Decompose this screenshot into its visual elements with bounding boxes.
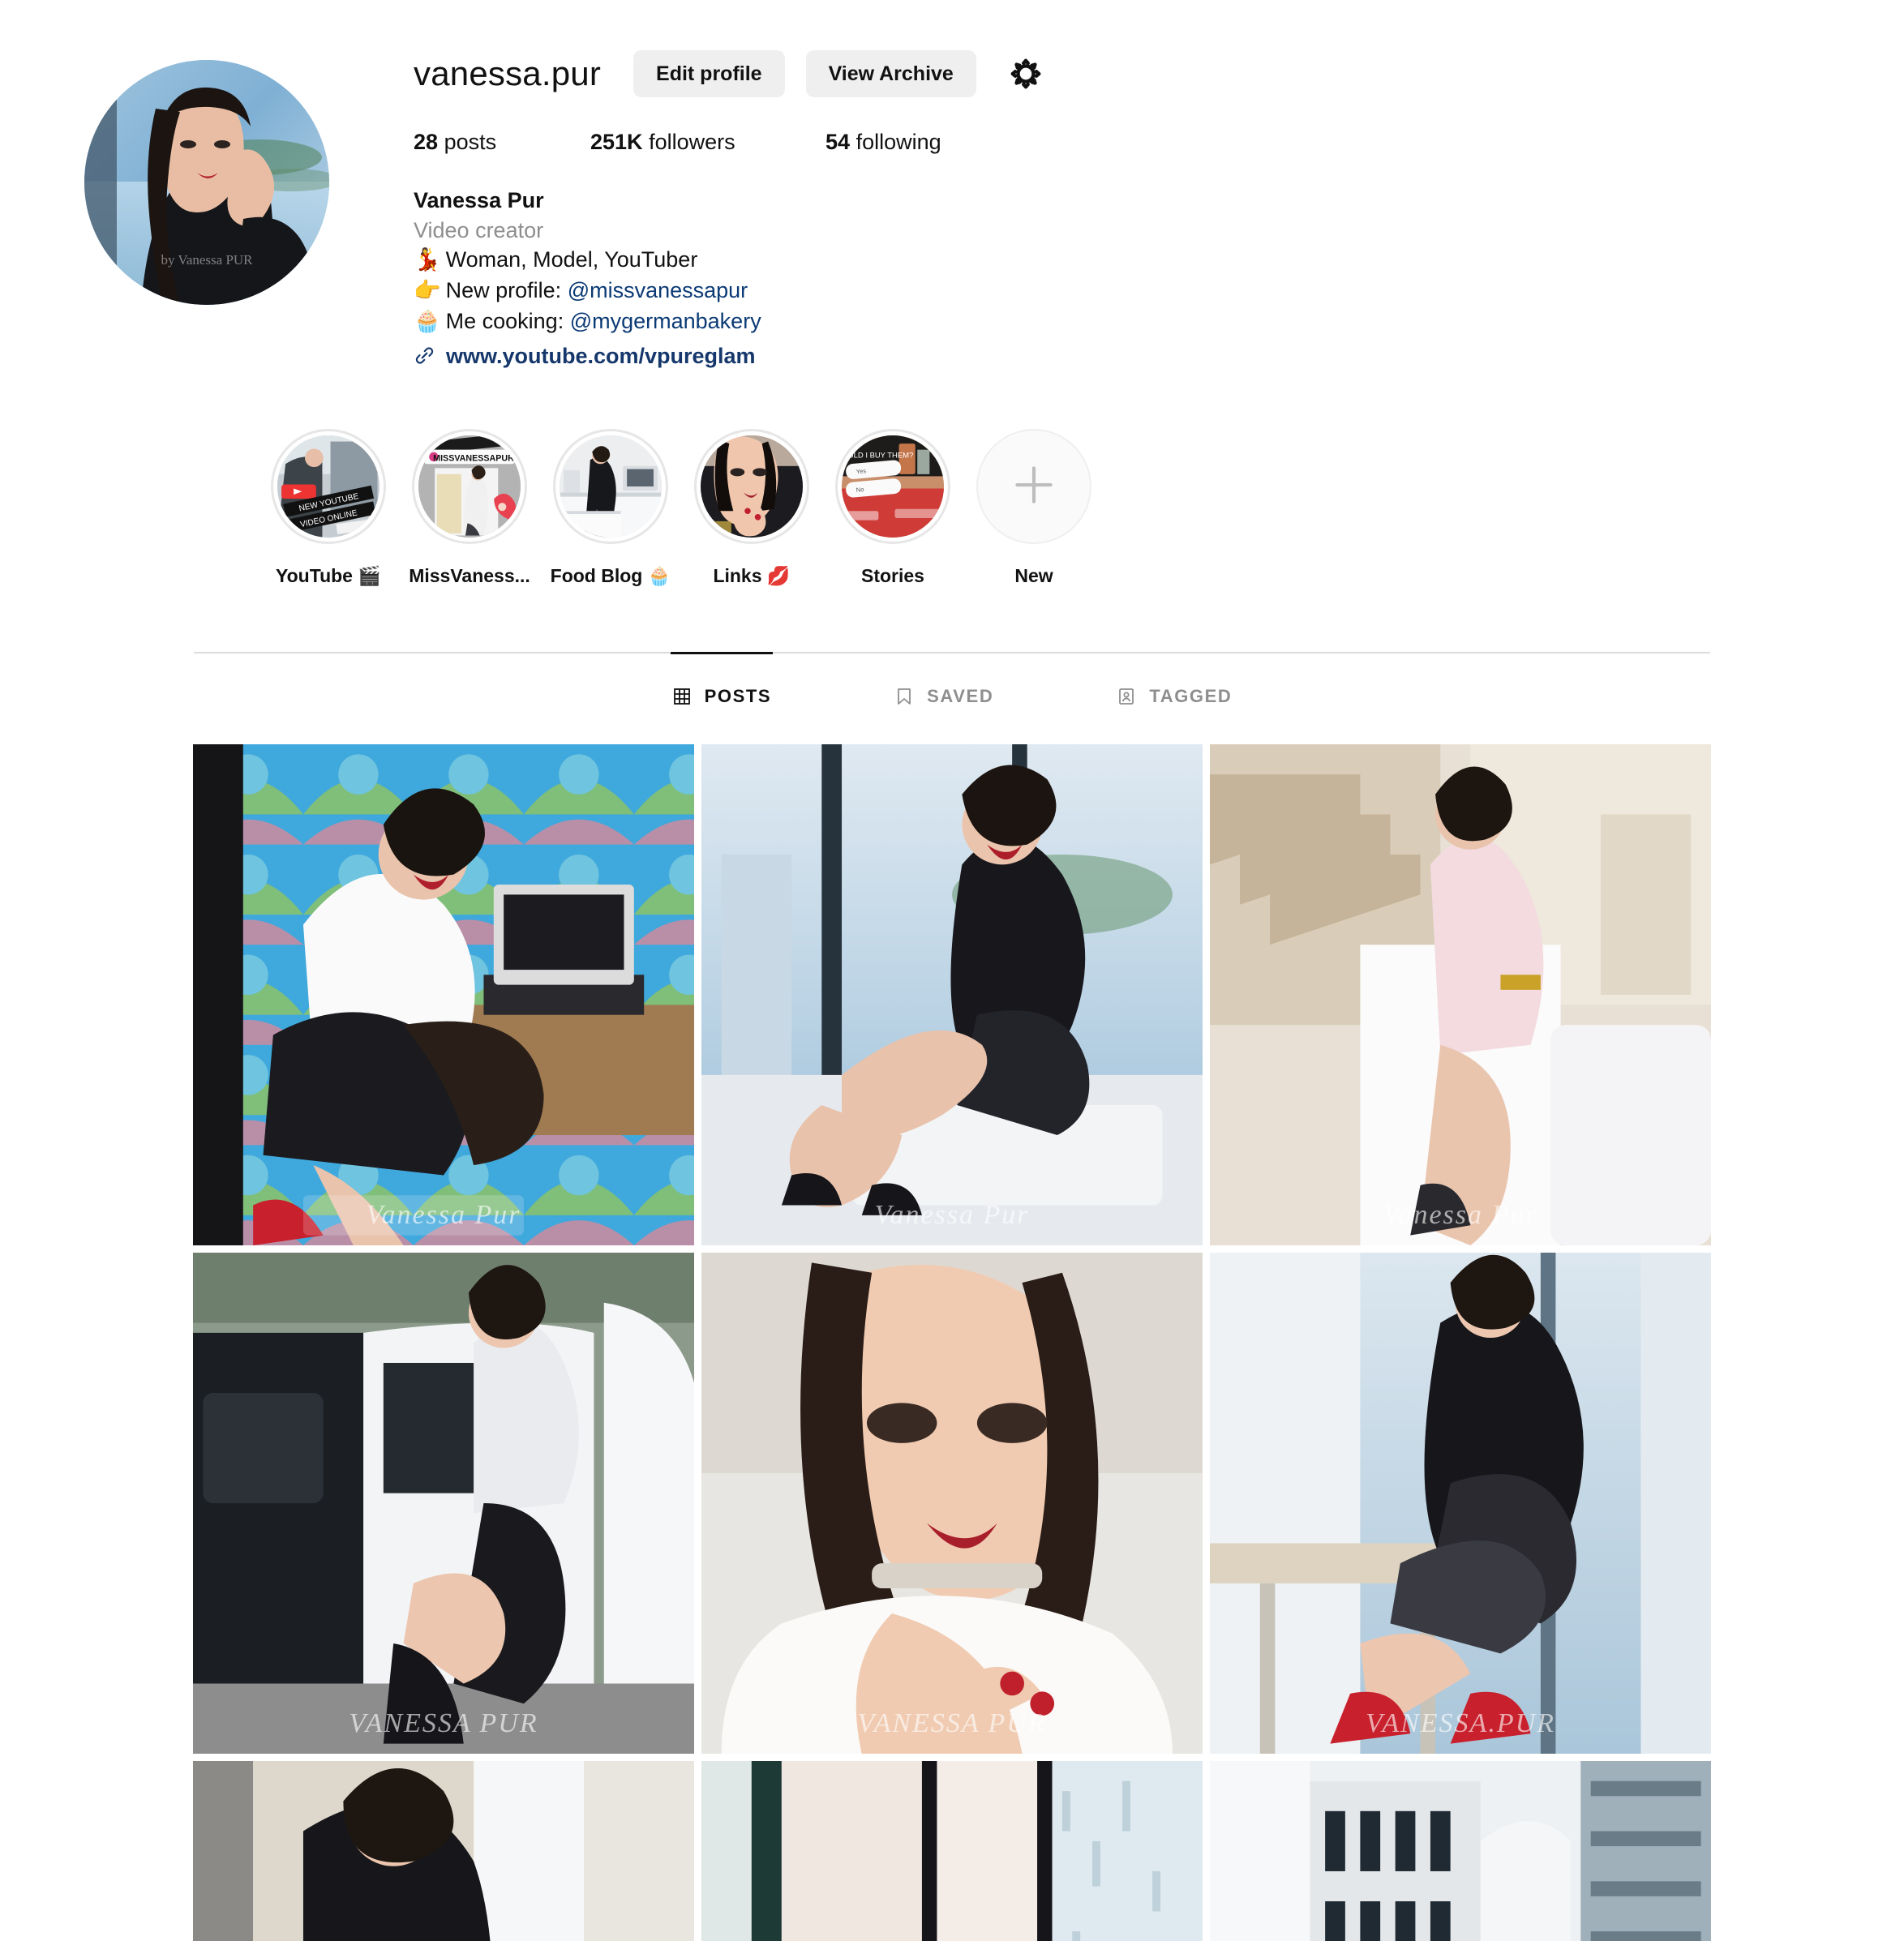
- highlight-label-stories: Stories: [861, 565, 924, 587]
- gear-icon: [1008, 56, 1044, 92]
- tab-posts-label: POSTS: [704, 686, 772, 707]
- post-tile[interactable]: [1210, 1761, 1711, 1941]
- new-highlight-circle: [976, 429, 1091, 545]
- highlight-food-blog[interactable]: Food Blog 🧁: [540, 429, 681, 587]
- followers-label: followers: [649, 130, 735, 154]
- avatar-column: by Vanessa PUR: [0, 42, 414, 371]
- post-tile[interactable]: VANESSA.PUR: [1210, 1253, 1711, 1755]
- cupcake-emoji: 🧁: [414, 308, 441, 334]
- svg-text:by Vanessa PUR: by Vanessa PUR: [161, 252, 253, 268]
- highlight-label-new: New: [1014, 565, 1053, 587]
- post-tile[interactable]: VANESSA PUR: [701, 1253, 1203, 1755]
- post-tile[interactable]: Vanessa Pur: [1210, 744, 1711, 1246]
- bio-full-name: Vanessa Pur: [414, 188, 544, 212]
- post-image: [1210, 1761, 1711, 1941]
- post-image: [701, 1761, 1203, 1941]
- highlight-ring: [694, 429, 809, 545]
- profile-info-column: vanessa.pur Edit profile View Archive 28…: [414, 42, 1904, 371]
- highlight-ring: [553, 429, 668, 545]
- stat-followers[interactable]: 251K followers: [590, 130, 825, 155]
- svg-text:MISSVANESSAPUR: MISSVANESSAPUR: [433, 454, 514, 464]
- username-row: vanessa.pur Edit profile View Archive: [414, 49, 1904, 99]
- post-tile[interactable]: Vanessa Pur: [701, 744, 1203, 1246]
- post-image: [193, 1761, 694, 1941]
- following-label: following: [856, 130, 941, 154]
- avatar[interactable]: by Vanessa PUR: [84, 60, 329, 305]
- plus-icon: [1007, 458, 1061, 516]
- highlight-links[interactable]: Links 💋: [681, 429, 822, 587]
- bio-line-2: 👉 New profile: @missvanessapur: [414, 276, 1904, 306]
- post-tile[interactable]: [193, 1761, 694, 1941]
- profile-header: by Vanessa PUR vanessa.pur Edit profile …: [0, 0, 1904, 371]
- tab-tagged-label: TAGGED: [1149, 686, 1233, 707]
- stats-row: 28 posts 251K followers 54 following: [414, 130, 1904, 155]
- tagged-person-icon: [1117, 687, 1136, 706]
- avatar-photo: by Vanessa PUR: [84, 60, 329, 305]
- stat-posts: 28 posts: [414, 130, 590, 155]
- tab-saved[interactable]: SAVED: [894, 653, 993, 717]
- tab-saved-label: SAVED: [927, 686, 994, 707]
- highlight-thumbnail-missvanessapur: MISSVANESSAPUR: [418, 435, 521, 538]
- post-tile[interactable]: VANESSA PUR: [193, 1253, 694, 1755]
- highlight-thumbnail-food-blog: [560, 435, 662, 538]
- highlight-thumbnail-youtube: NEW YOUTUBE VIDEO ONLINE: [277, 435, 380, 538]
- tab-posts[interactable]: POSTS: [670, 652, 773, 717]
- highlight-new[interactable]: New: [963, 429, 1104, 587]
- highlight-thumbnail-links: [701, 435, 803, 538]
- stat-following[interactable]: 54 following: [825, 130, 941, 155]
- following-count: 54: [825, 130, 851, 154]
- bio-line-2-text: New profile:: [445, 278, 568, 303]
- highlight-label-missvanessapur: MissVaness...: [409, 565, 530, 587]
- bio-line-3: 🧁 Me cooking: @mygermanbakery: [414, 306, 1904, 337]
- post-tile[interactable]: [701, 1761, 1203, 1941]
- dancer-emoji: 💃: [414, 247, 441, 273]
- svg-text:SHOULD I BUY THEM?: SHOULD I BUY THEM?: [842, 452, 913, 461]
- post-grid: Vanessa Pur Vanessa Pur Vanessa Pur VANE…: [193, 744, 1711, 1941]
- posts-count: 28: [414, 130, 439, 154]
- posts-label: posts: [444, 130, 497, 154]
- website-link[interactable]: www.youtube.com/vpureglam: [446, 341, 756, 371]
- highlight-missvanessapur[interactable]: MISSVANESSAPUR MissVaness...: [399, 429, 540, 587]
- profile-tabs: POSTS SAVED TAGGED: [194, 652, 1710, 717]
- highlight-label-youtube: YouTube 🎬: [276, 565, 381, 588]
- bio-line-1-text: Woman, Model, YouTuber: [445, 247, 698, 272]
- settings-button[interactable]: [1004, 52, 1048, 96]
- mention-mygermanbakery[interactable]: @mygermanbakery: [570, 309, 761, 333]
- bio: Vanessa Pur Video creator 💃 Woman, Model,…: [414, 186, 1904, 371]
- followers-count: 251K: [590, 130, 643, 154]
- post-image: [193, 744, 694, 1246]
- highlight-thumbnail-stories: SHOULD I BUY THEM? Yes No: [842, 435, 944, 538]
- username: vanessa.pur: [414, 54, 602, 92]
- post-image: [701, 1253, 1203, 1755]
- highlight-ring: MISSVANESSAPUR: [412, 429, 527, 545]
- grid-icon: [672, 687, 692, 706]
- bio-line-1: 💃 Woman, Model, YouTuber: [414, 245, 1904, 276]
- instagram-profile-page: by Vanessa PUR vanessa.pur Edit profile …: [0, 0, 1904, 1941]
- post-image: [1210, 1253, 1711, 1755]
- view-archive-button[interactable]: View Archive: [805, 50, 976, 97]
- bio-website-row: www.youtube.com/vpureglam: [414, 341, 1904, 371]
- link-chain-icon: [414, 345, 435, 366]
- post-image: [701, 744, 1203, 1246]
- highlight-stories[interactable]: SHOULD I BUY THEM? Yes No Stories: [822, 429, 963, 587]
- bookmark-icon: [894, 687, 914, 706]
- bio-category: Video creator: [414, 217, 544, 242]
- post-image: [1210, 744, 1711, 1246]
- tab-tagged[interactable]: TAGGED: [1117, 653, 1232, 717]
- highlight-label-links: Links 💋: [713, 565, 791, 588]
- highlight-ring: NEW YOUTUBE VIDEO ONLINE: [271, 429, 386, 545]
- svg-text:Yes: Yes: [856, 467, 866, 475]
- edit-profile-button[interactable]: Edit profile: [633, 50, 785, 97]
- story-highlights: NEW YOUTUBE VIDEO ONLINE YouTube 🎬 MISSV…: [0, 371, 1904, 587]
- highlight-ring: SHOULD I BUY THEM? Yes No: [835, 429, 950, 545]
- highlight-label-food-blog: Food Blog 🧁: [550, 565, 671, 588]
- bio-line-3-text: Me cooking:: [445, 308, 570, 333]
- svg-text:No: No: [856, 486, 864, 494]
- highlight-youtube[interactable]: NEW YOUTUBE VIDEO ONLINE YouTube 🎬: [258, 429, 399, 587]
- mention-missvanessapur[interactable]: @missvanessapur: [568, 278, 748, 302]
- pointing-hand-emoji: 👉: [414, 278, 441, 304]
- post-image: [193, 1253, 694, 1755]
- post-tile[interactable]: Vanessa Pur: [193, 744, 694, 1246]
